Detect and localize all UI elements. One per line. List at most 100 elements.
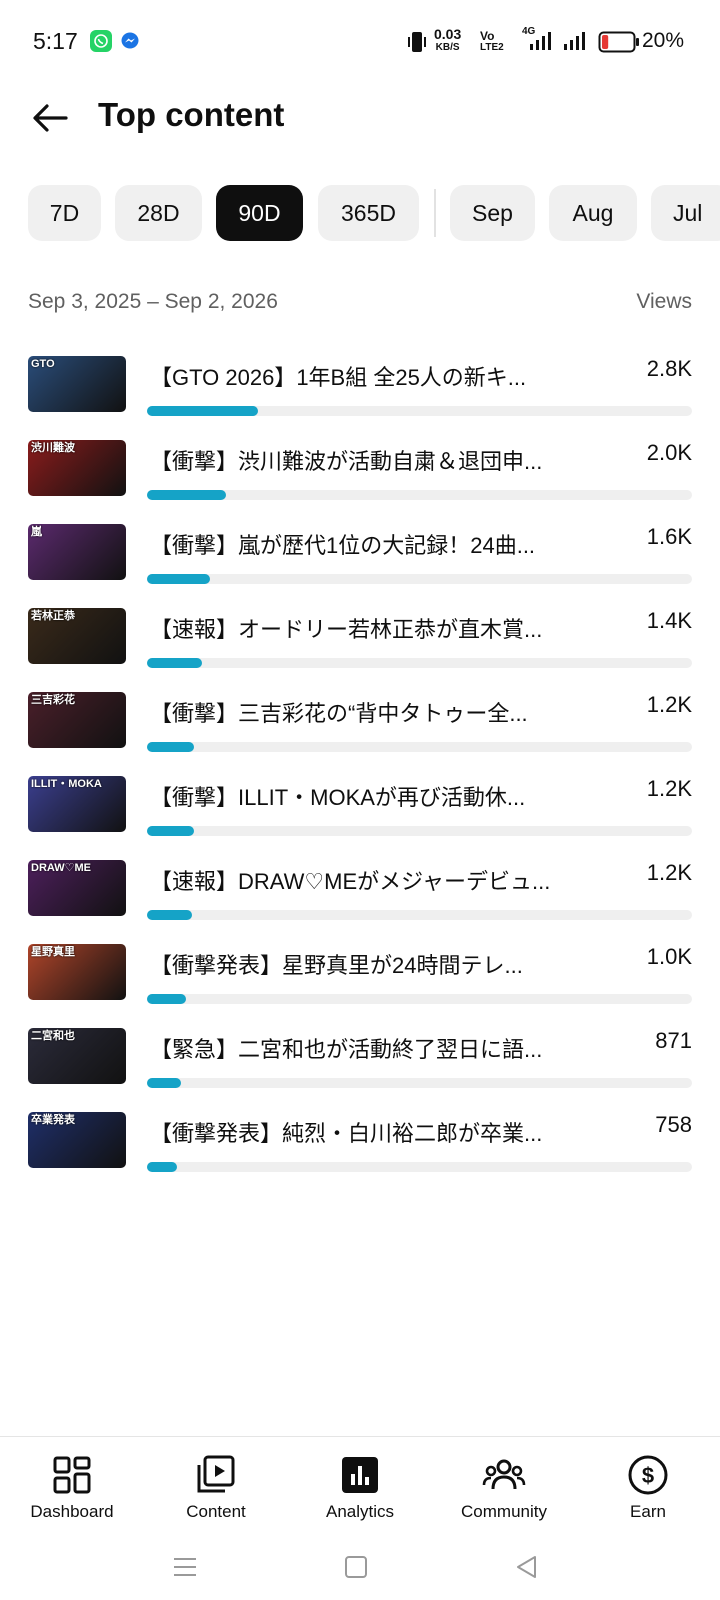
vibrate-icon bbox=[406, 30, 428, 59]
back-arrow-icon bbox=[33, 104, 68, 132]
net-speed-value: 0.03 bbox=[434, 26, 462, 42]
views-bar-fill bbox=[147, 406, 258, 416]
back-button[interactable] bbox=[28, 96, 72, 140]
views-bar-track bbox=[147, 658, 692, 668]
nav-dashboard[interactable]: Dashboard bbox=[0, 1447, 144, 1533]
video-title: 【衝撃】三吉彩花の“背中タトゥー全... bbox=[150, 701, 528, 726]
thumbnail-text: 二宮和也 bbox=[31, 1030, 75, 1042]
video-thumbnail: 三吉彩花 bbox=[28, 692, 126, 748]
views-bar-track bbox=[147, 910, 692, 920]
views-count: 1.0K bbox=[646, 944, 692, 969]
page-title: Top content bbox=[98, 96, 285, 133]
nav-content[interactable]: Content bbox=[144, 1447, 288, 1533]
content-row[interactable]: 卒業発表 【衝撃発表】純烈・白川裕二郎が卒業... 758 bbox=[0, 1112, 720, 1196]
svg-text:$: $ bbox=[642, 1463, 654, 1488]
views-count: 2.8K bbox=[646, 356, 692, 381]
nav-label: Dashboard bbox=[30, 1502, 114, 1521]
volte-bottom: LTE2 bbox=[480, 42, 504, 53]
thumbnail-text: DRAW♡ME bbox=[31, 862, 91, 874]
views-count: 1.6K bbox=[646, 524, 692, 549]
views-count: 1.2K bbox=[646, 776, 692, 801]
analytics-icon bbox=[342, 1457, 378, 1493]
video-title: 【衝撃発表】星野真里が24時間テレ... bbox=[150, 953, 523, 978]
system-navigation bbox=[0, 1540, 720, 1600]
date-range-row: Sep 3, 2025 – Sep 2, 2026 Views bbox=[28, 290, 692, 316]
views-bar-track bbox=[147, 1162, 692, 1172]
video-thumbnail: ILLIT・MOKA bbox=[28, 776, 126, 832]
community-icon bbox=[482, 1459, 526, 1490]
nav-earn[interactable]: $ Earn bbox=[576, 1447, 720, 1533]
volte-indicator: Vo LTE2 bbox=[480, 30, 504, 54]
video-title: 【衝撃発表】純烈・白川裕二郎が卒業... bbox=[150, 1121, 543, 1146]
chip-label: Sep bbox=[472, 199, 513, 226]
earn-icon: $ bbox=[628, 1455, 668, 1495]
views-bar-fill bbox=[147, 658, 203, 668]
chip-label: 365D bbox=[341, 199, 396, 226]
bottom-navigation: Dashboard Content Analytics Community $ … bbox=[0, 1436, 720, 1536]
signal-icon-1 bbox=[528, 30, 552, 57]
video-title: 【衝撃】嵐が歴代1位の大記録！24曲... bbox=[150, 533, 536, 558]
chip-label: 7D bbox=[49, 199, 80, 226]
thumbnail-text: 嵐 bbox=[31, 526, 42, 538]
views-bar-fill bbox=[147, 742, 195, 752]
chip-7d[interactable]: 7D bbox=[28, 185, 101, 241]
nav-label: Earn bbox=[630, 1502, 666, 1521]
chip-aug[interactable]: Aug bbox=[549, 185, 637, 241]
video-thumbnail: 二宮和也 bbox=[28, 1028, 126, 1084]
views-count: 758 bbox=[655, 1112, 692, 1137]
views-bar-fill bbox=[147, 1162, 177, 1172]
video-title: 【速報】DRAW♡MEがメジャーデビュ... bbox=[150, 869, 551, 894]
thumbnail-text: 三吉彩花 bbox=[31, 694, 75, 706]
content-row[interactable]: 若林正恭 【速報】オードリー若林正恭が直木賞... 1.4K bbox=[0, 608, 720, 692]
period-chips: 7D 28D 90D 365D Sep Aug Jul bbox=[0, 185, 720, 243]
views-bar-track bbox=[147, 826, 692, 836]
status-indicators: 0.03 KB/S Vo LTE2 4G 20% bbox=[400, 24, 720, 60]
views-count: 1.2K bbox=[646, 692, 692, 717]
dashboard-icon bbox=[53, 1456, 91, 1494]
video-thumbnail: 若林正恭 bbox=[28, 608, 126, 664]
content-row[interactable]: 嵐 【衝撃】嵐が歴代1位の大記録！24曲... 1.6K bbox=[0, 524, 720, 608]
video-title: 【衝撃】渋川難波が活動自粛＆退団申... bbox=[150, 449, 543, 474]
content-row[interactable]: ILLIT・MOKA 【衝撃】ILLIT・MOKAが再び活動休... 1.2K bbox=[0, 776, 720, 860]
battery-icon bbox=[598, 30, 640, 59]
content-row[interactable]: 二宮和也 【緊急】二宮和也が活動終了翌日に語... 871 bbox=[0, 1028, 720, 1112]
thumbnail-text: ILLIT・MOKA bbox=[31, 778, 102, 790]
status-bar: 5:17 0.03 KB/S Vo LTE2 4G 20% bbox=[0, 0, 720, 84]
battery-percent: 20% bbox=[642, 29, 685, 52]
thumbnail-text: 渋川難波 bbox=[31, 442, 75, 454]
content-row[interactable]: DRAW♡ME 【速報】DRAW♡MEがメジャーデビュ... 1.2K bbox=[0, 860, 720, 944]
chip-label: 90D bbox=[238, 199, 281, 226]
signal-icon-2 bbox=[562, 30, 586, 57]
views-bar-fill bbox=[147, 994, 187, 1004]
volte-top: Vo bbox=[480, 29, 495, 43]
chip-label: 28D bbox=[137, 199, 180, 226]
chip-365d[interactable]: 365D bbox=[318, 185, 419, 241]
menu-icon[interactable] bbox=[170, 1552, 200, 1582]
back-triangle-icon[interactable] bbox=[512, 1552, 542, 1582]
views-bar-fill bbox=[147, 1078, 182, 1088]
views-count: 1.4K bbox=[646, 608, 692, 633]
nav-analytics[interactable]: Analytics bbox=[288, 1447, 432, 1533]
views-bar-track bbox=[147, 574, 692, 584]
video-thumbnail: DRAW♡ME bbox=[28, 860, 126, 916]
content-row[interactable]: 渋川難波 【衝撃】渋川難波が活動自粛＆退団申... 2.0K bbox=[0, 440, 720, 524]
home-icon[interactable] bbox=[341, 1552, 371, 1582]
content-row[interactable]: 三吉彩花 【衝撃】三吉彩花の“背中タトゥー全... 1.2K bbox=[0, 692, 720, 776]
thumbnail-text: 卒業発表 bbox=[31, 1114, 75, 1126]
header: Top content bbox=[0, 84, 720, 184]
content-row[interactable]: GTO 【GTO 2026】1年B組 全25人の新キ... 2.8K bbox=[0, 356, 720, 440]
video-title: 【速報】オードリー若林正恭が直木賞... bbox=[150, 617, 543, 642]
content-row[interactable]: 星野真里 【衝撃発表】星野真里が24時間テレ... 1.0K bbox=[0, 944, 720, 1028]
chip-sep[interactable]: Sep bbox=[450, 185, 535, 241]
thumbnail-text: 星野真里 bbox=[31, 946, 75, 958]
chip-90d[interactable]: 90D bbox=[216, 185, 303, 241]
chip-jul[interactable]: Jul bbox=[651, 185, 720, 241]
chip-28d[interactable]: 28D bbox=[115, 185, 202, 241]
nav-community[interactable]: Community bbox=[432, 1447, 576, 1533]
video-title: 【緊急】二宮和也が活動終了翌日に語... bbox=[150, 1037, 543, 1062]
nav-label: Analytics bbox=[325, 1502, 395, 1521]
video-thumbnail: 卒業発表 bbox=[28, 1112, 126, 1168]
thumbnail-text: 若林正恭 bbox=[31, 610, 75, 622]
video-thumbnail: 渋川難波 bbox=[28, 440, 126, 496]
content-icon bbox=[197, 1455, 235, 1493]
